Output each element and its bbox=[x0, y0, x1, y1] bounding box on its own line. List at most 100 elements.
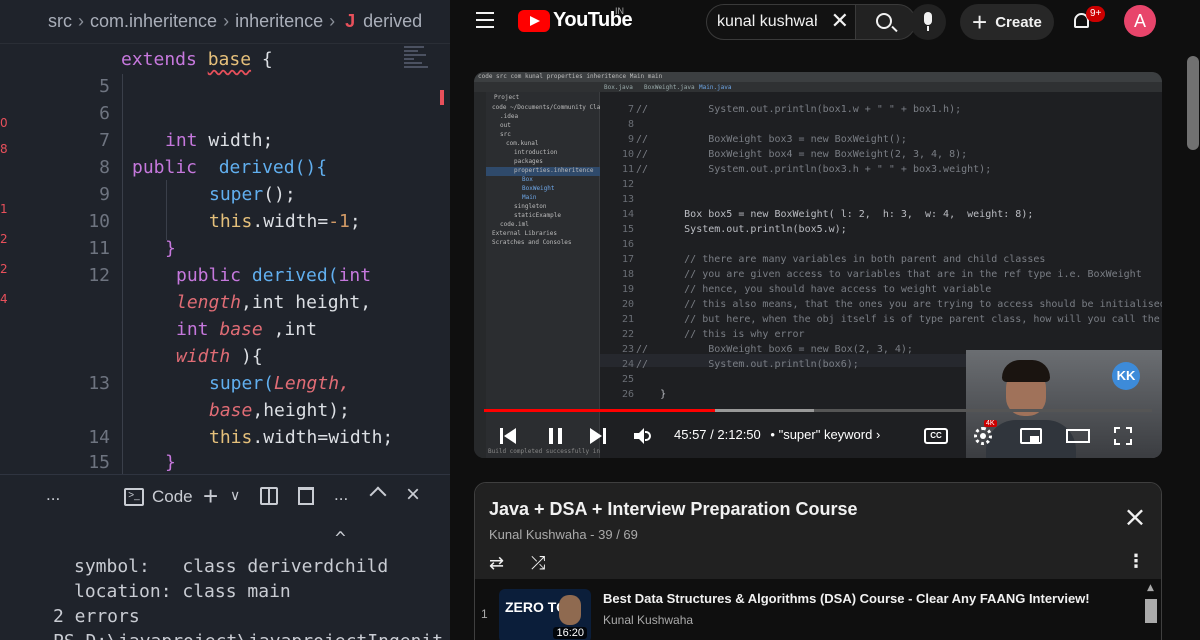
project-item: out bbox=[500, 122, 511, 129]
code-line: extends base { bbox=[121, 49, 273, 70]
add-terminal-button[interactable]: + bbox=[203, 481, 218, 512]
terminal-output[interactable]: ^ symbol: class deriverdchild location: … bbox=[0, 520, 450, 640]
create-button[interactable]: + Create bbox=[960, 4, 1054, 40]
more-actions-icon[interactable]: ... bbox=[334, 485, 348, 505]
create-label: Create bbox=[995, 13, 1042, 31]
voice-search-button[interactable] bbox=[910, 4, 946, 40]
ide-line-number: 26 bbox=[621, 389, 634, 400]
code-editor[interactable]: extends base { 5 6 7 int width; 8 public… bbox=[26, 44, 450, 474]
ide-line-number: 19 bbox=[621, 284, 634, 295]
trash-icon[interactable] bbox=[298, 487, 314, 505]
more-icon[interactable]: ... bbox=[46, 485, 60, 505]
avatar[interactable]: A bbox=[1124, 5, 1156, 37]
terminal-caret: ^ bbox=[335, 528, 346, 549]
miniplayer-icon[interactable] bbox=[1020, 428, 1042, 444]
project-item: Box bbox=[522, 176, 533, 183]
channel-name[interactable]: Kunal Kushwaha bbox=[603, 613, 693, 627]
ide-line-number: 25 bbox=[621, 374, 634, 385]
chevron-right-icon[interactable]: › bbox=[876, 427, 880, 442]
menu-icon[interactable] bbox=[476, 12, 494, 28]
ide-code-line: Box box5 = new BoxWeight( l: 2, h: 3, w:… bbox=[636, 209, 1034, 220]
ide-code-line: // BoxWeight box4 = new BoxWeight(2, 3, … bbox=[636, 149, 968, 160]
pause-icon[interactable] bbox=[548, 428, 564, 444]
search-query: kunal kushwaha bbox=[717, 13, 817, 30]
scroll-up-icon[interactable]: ▲ bbox=[1147, 583, 1154, 593]
page-scrollbar[interactable] bbox=[1187, 56, 1199, 150]
line-number: 9 bbox=[99, 184, 110, 205]
chevron-right-icon: › bbox=[329, 11, 336, 31]
video-thumbnail[interactable]: ZERO TO 16:20 bbox=[499, 589, 591, 640]
gutter-mark: 1 bbox=[0, 202, 8, 216]
project-item: introduction bbox=[514, 149, 558, 156]
fullscreen-icon[interactable] bbox=[1114, 427, 1132, 445]
subtitles-button[interactable]: CC bbox=[924, 428, 948, 444]
notification-badge: 9+ bbox=[1086, 6, 1106, 22]
search-button[interactable] bbox=[856, 4, 916, 40]
breadcrumb: src › com.inheritence › inheritence › J … bbox=[0, 0, 450, 44]
ide-tab: BoxWeight.java bbox=[644, 84, 695, 91]
ide-line-number: 18 bbox=[621, 269, 634, 280]
ide-project-panel: Project code ~/Documents/Community Class… bbox=[474, 92, 712, 458]
maximize-panel-icon[interactable] bbox=[369, 486, 387, 504]
close-panel-icon[interactable]: × bbox=[406, 481, 420, 509]
quality-badge: 4K bbox=[984, 420, 997, 427]
ide-line-number: 10 bbox=[621, 149, 634, 160]
playlist-subtitle[interactable]: Kunal Kushwaha - 39 / 69 bbox=[489, 527, 638, 542]
ide-code-line: // this also means, that the ones you ar… bbox=[636, 299, 1162, 310]
ide-code-line: // System.out.println(box3.h + " " + box… bbox=[636, 164, 992, 175]
minimap[interactable] bbox=[404, 44, 434, 124]
breadcrumb-item-folder[interactable]: inheritence bbox=[235, 11, 323, 32]
next-icon[interactable] bbox=[590, 428, 606, 444]
code-line: } bbox=[165, 238, 176, 259]
search-icon bbox=[876, 13, 892, 29]
search-input[interactable]: kunal kushwaha ✕ bbox=[706, 4, 856, 40]
settings-gear-icon[interactable] bbox=[974, 427, 992, 445]
time-separator: / bbox=[706, 427, 718, 442]
duration: 2:12:50 bbox=[717, 427, 761, 442]
ide-tab: Main.java bbox=[699, 84, 732, 91]
ide-line-number: 13 bbox=[621, 194, 634, 205]
project-item: .idea bbox=[500, 113, 519, 120]
ide-line-number: 20 bbox=[621, 299, 634, 310]
code-line: super(); bbox=[209, 184, 296, 205]
youtube-header: YouTube IN kunal kushwaha ✕ + Create 9+ bbox=[450, 0, 1200, 44]
playlist-item[interactable]: 1 ZERO TO 16:20 Best Data Structures & A… bbox=[475, 581, 1161, 640]
breadcrumb-item-class[interactable]: derived bbox=[363, 11, 422, 32]
left-gutter: 0 8 1 2 2 4 bbox=[0, 44, 26, 474]
chapter-title[interactable]: "super" keyword bbox=[779, 427, 873, 442]
ide-line-number: 21 bbox=[621, 314, 634, 325]
line-number: 5 bbox=[99, 76, 110, 97]
video-title[interactable]: Best Data Structures & Algorithms (DSA) … bbox=[603, 591, 1090, 606]
playlist-panel: Java + DSA + Interview Preparation Cours… bbox=[474, 482, 1162, 640]
playlist-title[interactable]: Java + DSA + Interview Preparation Cours… bbox=[489, 499, 857, 520]
line-number: 13 bbox=[88, 373, 110, 394]
playlist-item-index: 1 bbox=[481, 607, 488, 621]
project-item: Main bbox=[522, 194, 537, 201]
loop-playlist-icon[interactable]: ⇄ bbox=[489, 553, 504, 574]
terminal-tab-label: Code bbox=[152, 487, 193, 506]
playlist-scrollbar[interactable] bbox=[1145, 599, 1157, 623]
theater-mode-icon[interactable] bbox=[1066, 429, 1090, 443]
chapter-bullet: • bbox=[770, 427, 775, 442]
clear-search-icon[interactable]: ✕ bbox=[831, 11, 849, 33]
volume-icon[interactable] bbox=[634, 428, 654, 444]
ide-tabbar bbox=[474, 82, 1162, 92]
project-label: Project bbox=[494, 94, 520, 101]
terminal-line: PS D:\javaproject\javaprojectIngenit bbox=[53, 631, 443, 640]
terminal-tab[interactable]: >_ Code bbox=[124, 487, 193, 507]
code-line: int width; bbox=[165, 130, 274, 151]
close-icon[interactable]: × bbox=[1123, 503, 1147, 531]
video-player[interactable]: code src com kunal properties inheritenc… bbox=[474, 72, 1162, 458]
shuffle-icon[interactable]: ⤮ bbox=[531, 553, 545, 574]
split-terminal-icon[interactable] bbox=[260, 487, 278, 505]
channel-watermark[interactable]: KK bbox=[1112, 362, 1140, 390]
playlist-header: Java + DSA + Interview Preparation Cours… bbox=[475, 483, 1161, 579]
code-line: this.width=-1; bbox=[209, 211, 361, 232]
more-vert-icon[interactable]: ⋮ bbox=[1127, 551, 1145, 572]
line-number: 7 bbox=[99, 130, 110, 151]
chevron-down-icon[interactable]: ∨ bbox=[230, 487, 240, 504]
breadcrumb-item-package[interactable]: com.inheritence bbox=[90, 11, 217, 32]
breadcrumb-item-src[interactable]: src bbox=[48, 11, 72, 32]
previous-icon[interactable] bbox=[500, 428, 516, 444]
progress-bar[interactable] bbox=[484, 409, 1152, 412]
